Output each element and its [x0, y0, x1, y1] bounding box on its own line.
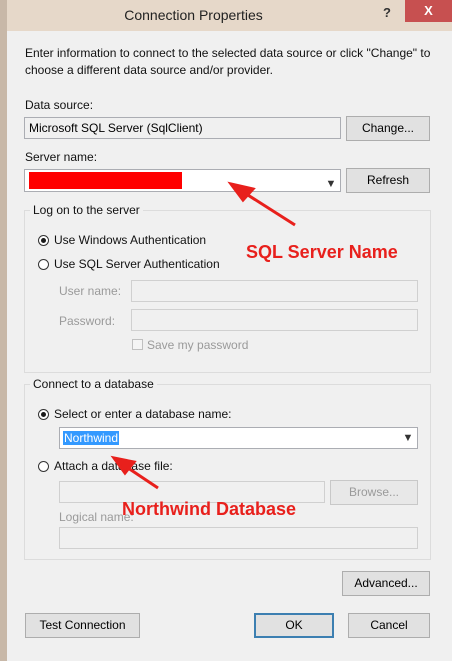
annotation-arrows [110, 181, 296, 490]
connection-properties-dialog: Connection Properties ? X Enter informat… [7, 0, 452, 661]
